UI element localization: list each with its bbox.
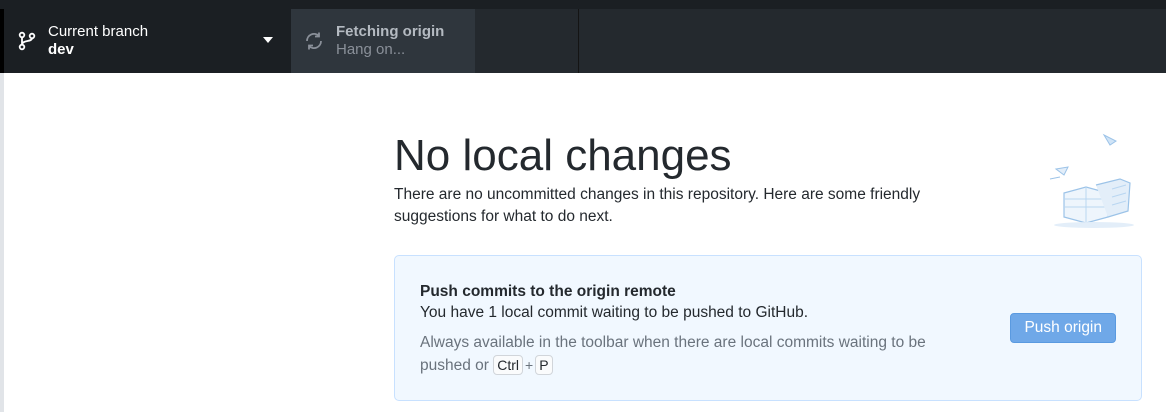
page-title: No local changes <box>394 131 732 180</box>
card-text: You have 1 local commit waiting to be pu… <box>420 304 809 321</box>
fetch-status: Hang on... <box>336 41 406 58</box>
fetch-text: Fetching origin Hang on... <box>336 22 444 59</box>
current-branch-button[interactable]: Current branch dev <box>0 9 291 73</box>
push-origin-button[interactable]: Push origin <box>1010 313 1116 343</box>
left-panel-edge <box>0 73 4 412</box>
page-description: There are no uncommitted changes in this… <box>394 186 921 225</box>
caret-down-icon <box>263 37 273 43</box>
git-branch-icon <box>18 31 36 51</box>
fetch-title: Fetching origin <box>336 23 445 40</box>
toolbar: Current branch dev Fetching origin Hang … <box>0 9 1166 73</box>
card-title: Push commits to the origin remote <box>420 283 676 300</box>
window-top-strip <box>0 0 1166 9</box>
shortcut-plus: + <box>525 357 534 373</box>
branch-text: Current branch dev <box>48 22 148 59</box>
card-hint: Always available in the toolbar when the… <box>420 332 970 377</box>
branch-title: Current branch <box>48 23 149 40</box>
fetch-origin-button[interactable]: Fetching origin Hang on... <box>291 9 475 73</box>
push-suggestion-card: Push commits to the origin remote You ha… <box>394 255 1142 401</box>
toolbar-spacer <box>475 9 579 73</box>
sync-icon <box>306 32 322 50</box>
empty-state-illustration-icon <box>1049 133 1134 228</box>
shortcut-key-ctrl: Ctrl <box>493 355 524 375</box>
toolbar-empty-area <box>579 9 1166 73</box>
branch-name: dev <box>48 41 74 58</box>
shortcut-key-p: P <box>535 355 553 375</box>
